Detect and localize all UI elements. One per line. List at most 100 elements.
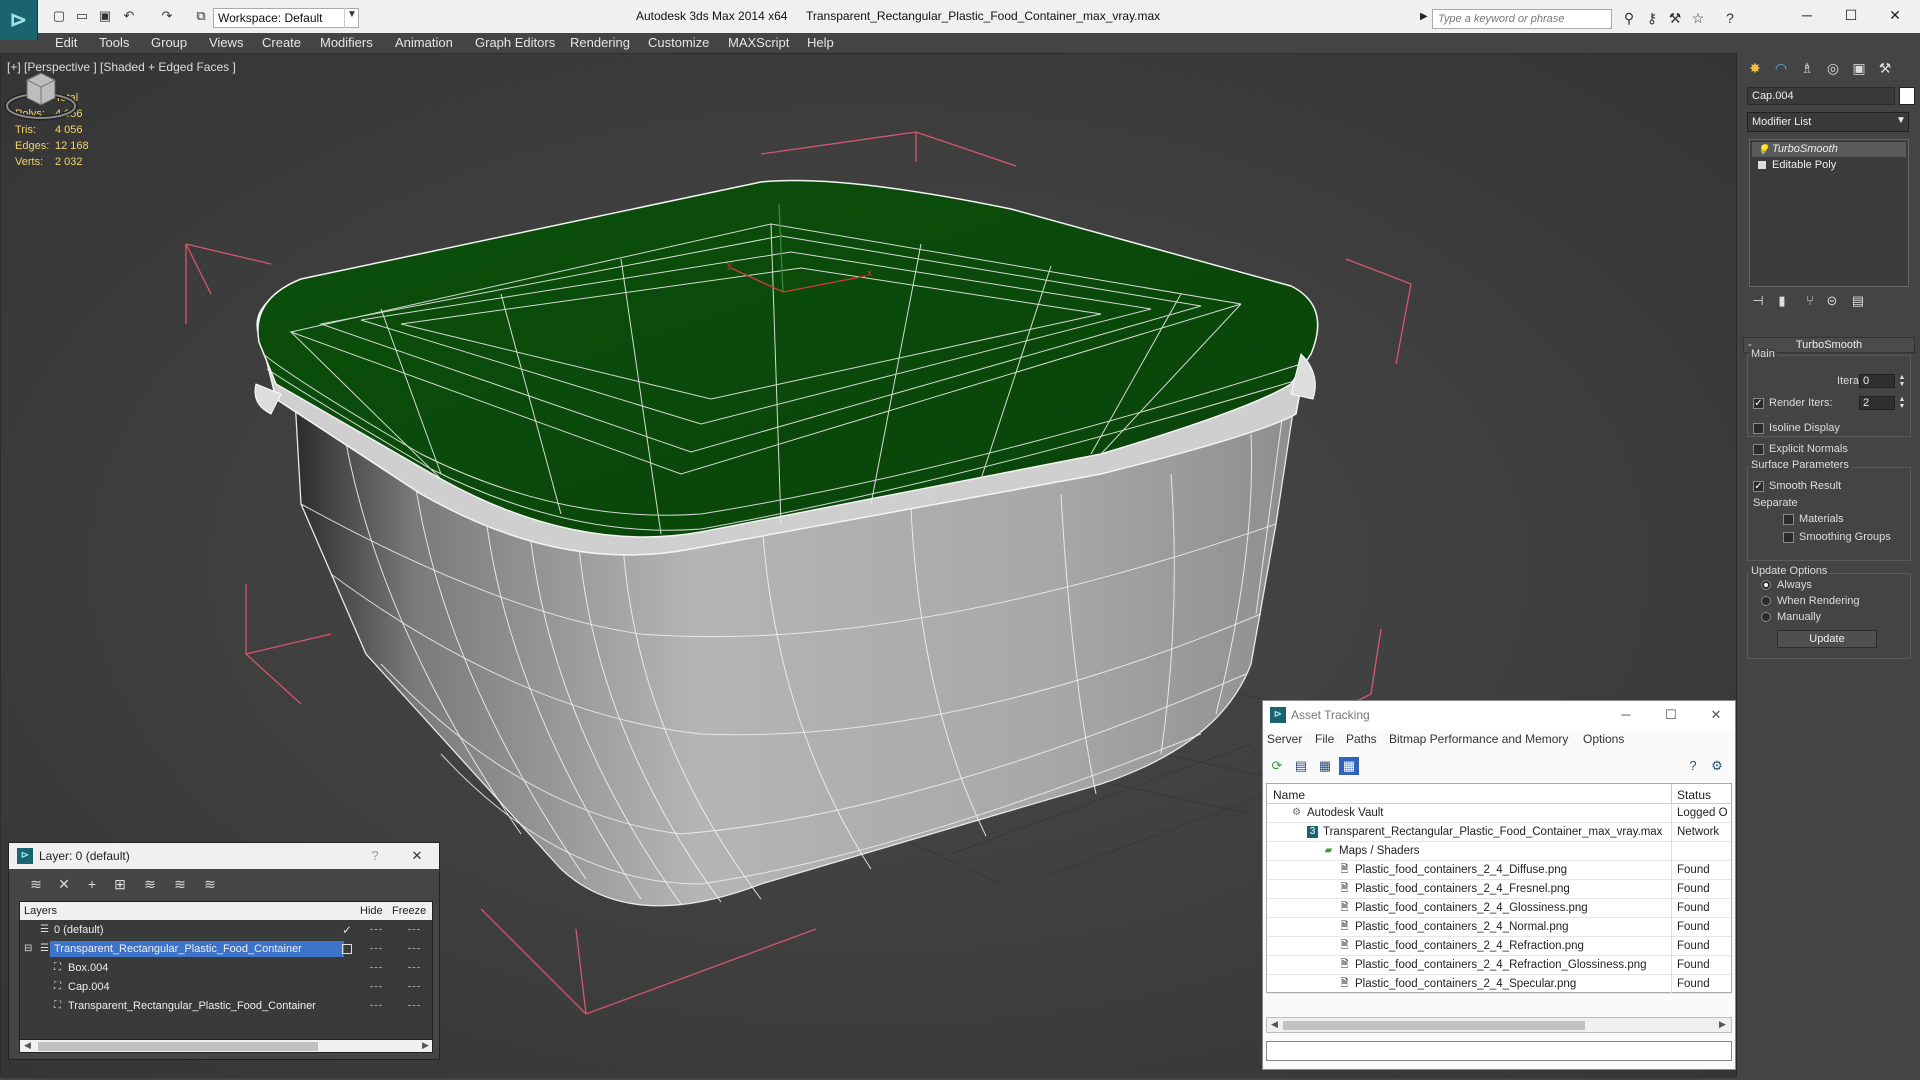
column-separator[interactable] (1671, 784, 1672, 804)
expand-plus-icon[interactable] (1758, 161, 1766, 169)
help-button[interactable]: ? (367, 848, 383, 864)
menu-options[interactable]: Options (1583, 732, 1624, 746)
minimize-button[interactable]: ─ (1613, 705, 1639, 725)
save-icon[interactable]: ▣ (96, 8, 114, 24)
app-logo[interactable]: ⊳ (0, 0, 38, 40)
freeze-toggle[interactable] (408, 929, 420, 930)
configure-modifier-sets-icon[interactable]: ▤ (1847, 293, 1869, 311)
render-iters-checkbox[interactable]: ✓ (1753, 398, 1764, 409)
scrollbar-thumb[interactable] (1283, 1021, 1585, 1030)
menu-tools[interactable]: Tools (99, 35, 129, 50)
lightbulb-icon[interactable]: 💡 (1757, 143, 1769, 158)
select-objects-icon[interactable]: ⊞ (109, 875, 131, 893)
workspace-dropdown[interactable]: Workspace: Default (213, 8, 359, 28)
spinner-arrows-icon[interactable]: ▲ ▼ (1897, 396, 1907, 410)
open-file-icon[interactable]: ▭ (73, 8, 91, 24)
binoculars-icon[interactable]: ⚲ (1619, 10, 1639, 26)
viewcube-icon[interactable] (1, 54, 81, 124)
minimize-button[interactable]: ─ (1792, 4, 1822, 26)
search-input[interactable]: Type a keyword or phrase (1432, 9, 1612, 29)
col-layers[interactable]: Layers (24, 905, 57, 917)
layer-row[interactable]: ⛶ Transparent_Rectangular_Plastic_Food_C… (20, 997, 432, 1016)
col-name[interactable]: Name (1273, 788, 1305, 802)
col-status[interactable]: Status (1677, 788, 1711, 802)
object-name[interactable]: Transparent_Rectangular_Plastic_Food_Con… (64, 998, 320, 1014)
menu-modifiers[interactable]: Modifiers (320, 35, 373, 50)
menu-animation[interactable]: Animation (395, 35, 453, 50)
thumbnail-view-icon[interactable]: ▦ (1315, 757, 1335, 775)
new-file-icon[interactable]: ▢ (50, 8, 68, 24)
asset-row[interactable]: 🗎 Plastic_food_containers_2_4_Fresnel.pn… (1267, 880, 1731, 899)
modifier-list-dropdown[interactable]: Modifier List (1747, 112, 1909, 132)
iterations-spinner[interactable]: 0 (1859, 374, 1895, 388)
hide-toggle[interactable] (370, 986, 382, 987)
workspace-dropdown-button[interactable]: ▼ (344, 8, 358, 28)
menu-graph-editors[interactable]: Graph Editors (475, 35, 555, 50)
create-tab-icon[interactable]: ✸ (1743, 57, 1767, 79)
hide-toggle[interactable] (370, 967, 382, 968)
asset-row[interactable]: 🗎 Plastic_food_containers_2_4_Glossiness… (1267, 899, 1731, 918)
menu-file[interactable]: File (1315, 732, 1334, 746)
isoline-display-checkbox[interactable] (1753, 423, 1764, 434)
spinner-arrows-icon[interactable]: ▲ ▼ (1897, 374, 1907, 388)
layer-row[interactable]: ☰ 0 (default) ✓ (20, 921, 432, 940)
hide-toggle[interactable] (370, 1005, 382, 1006)
freeze-toggle[interactable] (408, 1005, 420, 1006)
materials-checkbox[interactable] (1783, 514, 1794, 525)
layer-name[interactable]: Transparent_Rectangular_Plastic_Food_Con… (50, 941, 344, 957)
make-unique-icon[interactable]: ⑂ (1799, 293, 1821, 311)
freeze-toggle[interactable] (408, 948, 420, 949)
asset-row[interactable]: ⚙ Autodesk Vault Logged O (1267, 804, 1731, 823)
motion-tab-icon[interactable]: ◎ (1821, 57, 1845, 79)
modifier-list-dropdown-button[interactable]: ▼ (1893, 112, 1909, 132)
remove-modifier-icon[interactable]: ⊝ (1821, 293, 1843, 311)
freeze-toggle[interactable] (408, 967, 420, 968)
asset-row[interactable]: 🗎 Plastic_food_containers_2_4_Refraction… (1267, 956, 1731, 975)
scroll-right-icon[interactable]: ▶ (1719, 1019, 1726, 1030)
scrollbar-thumb[interactable] (38, 1042, 318, 1051)
hide-toggle[interactable] (370, 929, 382, 930)
freeze-toggle[interactable] (408, 986, 420, 987)
menu-rendering[interactable]: Rendering (570, 35, 630, 50)
utilities-tab-icon[interactable]: ⚒ (1873, 57, 1897, 79)
key-icon[interactable]: ⚷ (1642, 10, 1662, 26)
menu-views[interactable]: Views (209, 35, 243, 50)
layer-row[interactable]: ⛶ Cap.004 (20, 978, 432, 997)
smoothing-groups-checkbox[interactable] (1783, 532, 1794, 543)
create-layer-icon[interactable]: + (81, 875, 103, 893)
close-button[interactable]: ✕ (1880, 4, 1910, 26)
layer-row[interactable]: ⊟ ☰ Transparent_Rectangular_Plastic_Food… (20, 940, 432, 959)
close-button[interactable]: ✕ (1703, 705, 1729, 725)
update-button[interactable]: Update (1777, 630, 1877, 648)
smooth-result-checkbox[interactable]: ✓ (1753, 481, 1764, 492)
delete-layer-icon[interactable]: ✕ (53, 875, 75, 893)
table-view-icon[interactable]: ▦ (1339, 757, 1359, 775)
menu-edit[interactable]: Edit (55, 35, 77, 50)
layer-name[interactable]: 0 (default) (50, 922, 108, 938)
menu-help[interactable]: Help (807, 35, 834, 50)
modifier-stack[interactable]: 💡 TurboSmooth Editable Poly (1749, 139, 1909, 287)
object-name-field[interactable]: Cap.004 (1747, 87, 1895, 105)
list-view-icon[interactable]: ▤ (1291, 757, 1311, 775)
maximize-button[interactable]: ☐ (1658, 705, 1684, 725)
when-rendering-radio[interactable] (1761, 596, 1771, 606)
layer-row[interactable]: ⛶ Box.004 (20, 959, 432, 978)
asset-row[interactable]: 🗎 Plastic_food_containers_2_4_Normal.png… (1267, 918, 1731, 937)
pin-stack-icon[interactable]: ⊣ (1747, 293, 1769, 311)
scroll-left-icon[interactable]: ◀ (24, 1040, 31, 1051)
scroll-left-icon[interactable]: ◀ (1271, 1019, 1278, 1030)
close-button[interactable]: ✕ (409, 848, 425, 864)
make-current-box[interactable] (342, 944, 352, 954)
help-icon[interactable]: ? (1720, 10, 1740, 26)
hierarchy-tab-icon[interactable]: ♗ (1795, 57, 1819, 79)
menu-paths[interactable]: Paths (1346, 732, 1377, 746)
horizontal-scrollbar[interactable]: ◀ ▶ (1266, 1017, 1732, 1033)
col-freeze[interactable]: Freeze (392, 905, 426, 917)
current-layer-check-icon[interactable]: ✓ (342, 923, 352, 937)
settings-icon[interactable]: ⚙ (1707, 757, 1727, 775)
hide-all-icon[interactable]: ≋ (169, 875, 191, 893)
menu-bitmap-performance[interactable]: Bitmap Performance and Memory (1389, 732, 1568, 746)
highlight-selected-icon[interactable]: ≋ (139, 875, 161, 893)
stack-item-turbosmooth[interactable]: 💡 TurboSmooth (1752, 142, 1906, 157)
asset-path-field[interactable] (1266, 1041, 1732, 1061)
